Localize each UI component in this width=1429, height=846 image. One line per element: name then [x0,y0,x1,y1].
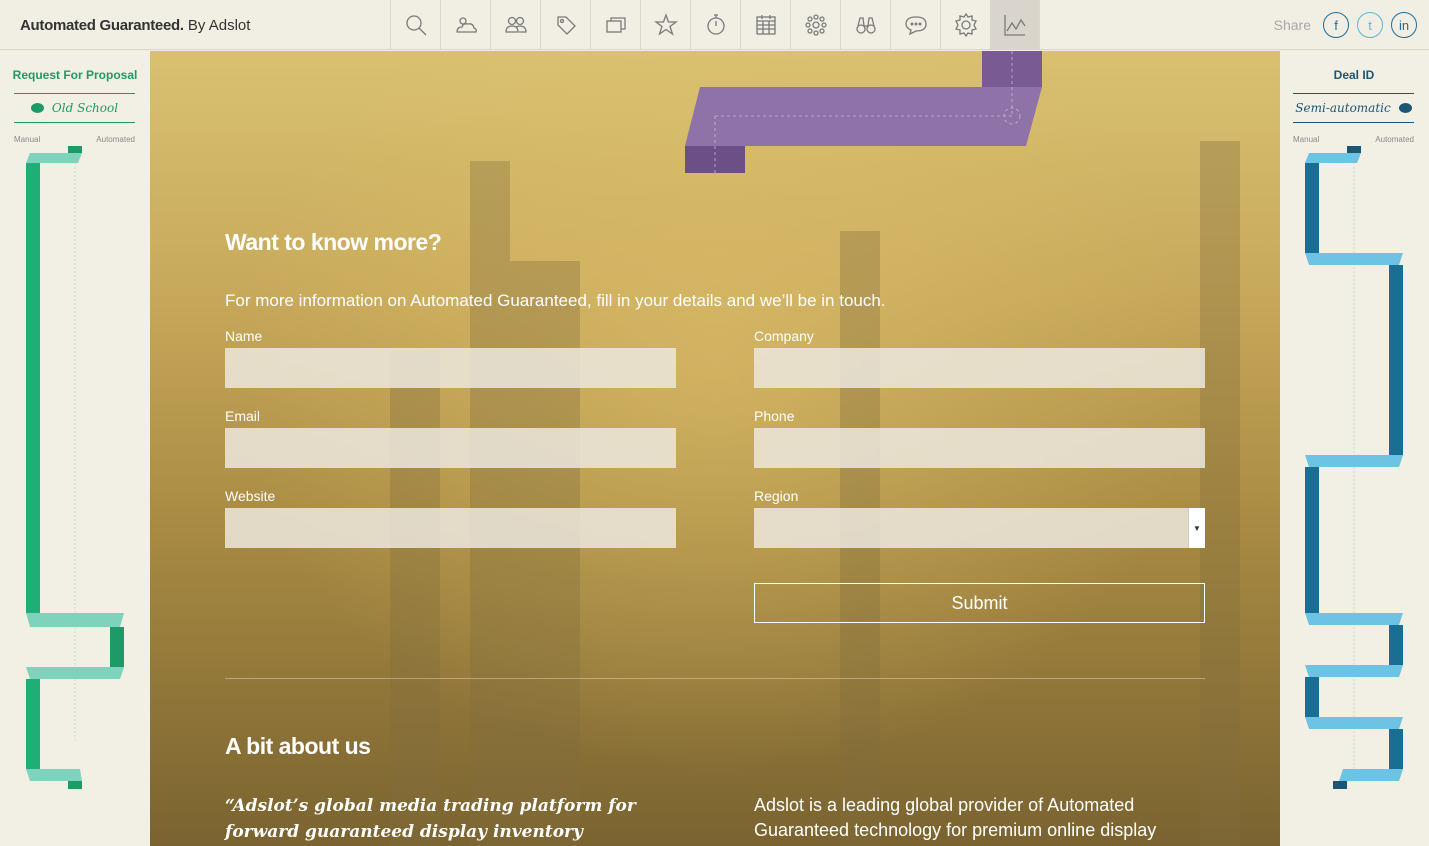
form-intro: For more information on Automated Guaran… [225,291,886,310]
website-label: Website [225,488,276,504]
background-building [1200,141,1240,846]
name-input[interactable] [225,348,676,388]
section-divider [225,678,1205,679]
right-panel-title: Deal ID [1333,68,1375,82]
brand-logo[interactable]: Automated Guaranteed. By Adslot [20,17,250,34]
website-input[interactable] [225,508,676,548]
left-ribbon-graphic [26,146,124,789]
top-ribbon-graphic [685,51,1042,173]
company-label: Company [754,328,814,344]
settings-icon[interactable] [940,0,990,50]
background-building [470,161,510,846]
chat-icon[interactable] [890,0,940,50]
right-ribbon-graphic [1305,146,1403,789]
right-panel: Deal ID Semi-automatic Manual Automated [1279,51,1429,846]
left-panel-subtitle-text: Old School [51,101,119,115]
background-building [390,351,440,846]
phone-label: Phone [754,408,795,424]
weather-icon[interactable] [440,0,490,50]
brand-rest: By Adslot [187,17,251,34]
form-title: Want to know more? [225,229,442,255]
network-icon[interactable] [790,0,840,50]
left-panel: Request For Proposal Old School Manual A… [0,51,150,846]
tag-icon[interactable] [540,0,590,50]
binoculars-icon[interactable] [840,0,890,50]
share-label: Share [1273,17,1311,33]
speech-bubble-icon [30,103,44,113]
speech-bubble-icon [1398,103,1412,113]
users-icon[interactable] [490,0,540,50]
left-panel-title: Request For Proposal [12,68,138,82]
left-panel-subtitle: Old School [14,93,135,123]
about-text: Adslot is a leading global provider of A… [754,795,1157,840]
region-label: Region [754,488,799,504]
timer-icon[interactable] [690,0,740,50]
share-bar: Share f t in [1274,12,1417,38]
phone-input[interactable] [754,428,1205,468]
twitter-icon[interactable]: t [1357,12,1383,38]
brand-bold: Automated Guaranteed. [20,17,184,34]
company-input[interactable] [754,348,1205,388]
email-label: Email [225,408,261,424]
chart-icon[interactable] [990,0,1040,50]
main-content: Want to know more? For more information … [150,51,1280,846]
facebook-icon[interactable]: f [1323,12,1349,38]
submit-button[interactable]: Submit [754,583,1205,623]
right-panel-subtitle-text: Semi-automatic [1295,101,1391,115]
linkedin-icon[interactable]: in [1391,12,1417,38]
name-label: Name [225,328,263,344]
top-bar: Automated Guaranteed. By Adslot Share f … [0,0,1429,50]
about-quote: “Adslot’s global media trading platform … [225,796,636,842]
chevron-down-icon[interactable]: ▼ [1188,508,1205,548]
right-panel-subtitle: Semi-automatic [1293,93,1414,123]
email-input[interactable] [225,428,676,468]
screens-icon[interactable] [590,0,640,50]
star-icon[interactable] [640,0,690,50]
search-icon[interactable] [390,0,440,50]
region-select[interactable]: ▼ [754,508,1205,548]
about-title: A bit about us [225,733,371,759]
calendar-icon[interactable] [740,0,790,50]
icon-nav [390,0,1040,50]
